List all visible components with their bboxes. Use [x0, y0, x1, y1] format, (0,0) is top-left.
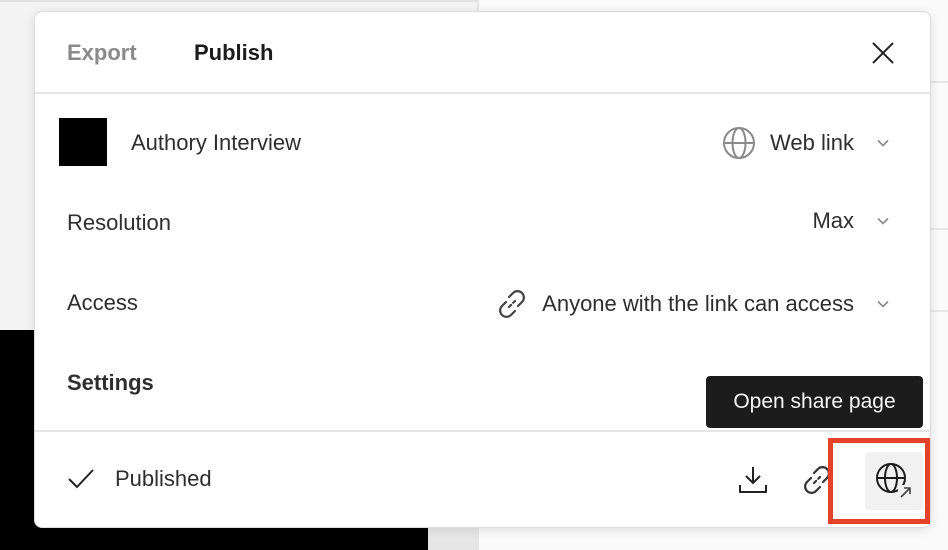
publish-status: Published: [67, 466, 212, 492]
access-value: Anyone with the link can access: [542, 291, 854, 316]
resolution-label: Resolution: [67, 210, 171, 235]
access-row: Access Anyone with the link can access: [35, 282, 930, 322]
globe-external-icon: [876, 463, 912, 499]
access-dropdown[interactable]: Anyone with the link can access: [496, 288, 890, 320]
chevron-down-icon: [877, 217, 889, 225]
tab-publish[interactable]: Publish: [194, 40, 273, 66]
background-panel: [428, 528, 477, 550]
destination-value: Web link: [770, 130, 854, 155]
status-label: Published: [115, 466, 212, 491]
link-icon: [499, 290, 526, 318]
download-button[interactable]: [735, 462, 771, 498]
destination-dropdown[interactable]: Web link: [722, 126, 890, 160]
item-title: Authory Interview: [131, 130, 301, 155]
close-button[interactable]: [870, 40, 896, 66]
resolution-dropdown[interactable]: Max: [812, 208, 890, 234]
tooltip: Open share page: [706, 376, 923, 428]
access-label: Access: [67, 290, 138, 315]
open-share-page-button[interactable]: [865, 452, 923, 510]
item-thumbnail: [59, 118, 107, 166]
tab-export[interactable]: Export: [67, 40, 137, 66]
item-row: Authory Interview Web link: [35, 118, 930, 166]
link-icon: [804, 466, 830, 494]
publish-dialog: Export Publish Authory Interview Web lin…: [34, 11, 931, 528]
resolution-row: Resolution Max: [35, 202, 930, 242]
check-icon: [68, 469, 94, 489]
settings-heading[interactable]: Settings: [67, 370, 154, 396]
chevron-down-icon: [877, 139, 889, 147]
download-icon: [739, 467, 767, 493]
close-icon: [872, 42, 894, 64]
copy-link-button[interactable]: [799, 462, 835, 498]
globe-icon: [723, 127, 756, 159]
chevron-down-icon: [877, 300, 889, 308]
dialog-header: Export Publish: [35, 12, 930, 94]
resolution-value: Max: [812, 208, 854, 233]
dialog-footer: Published: [35, 430, 930, 529]
